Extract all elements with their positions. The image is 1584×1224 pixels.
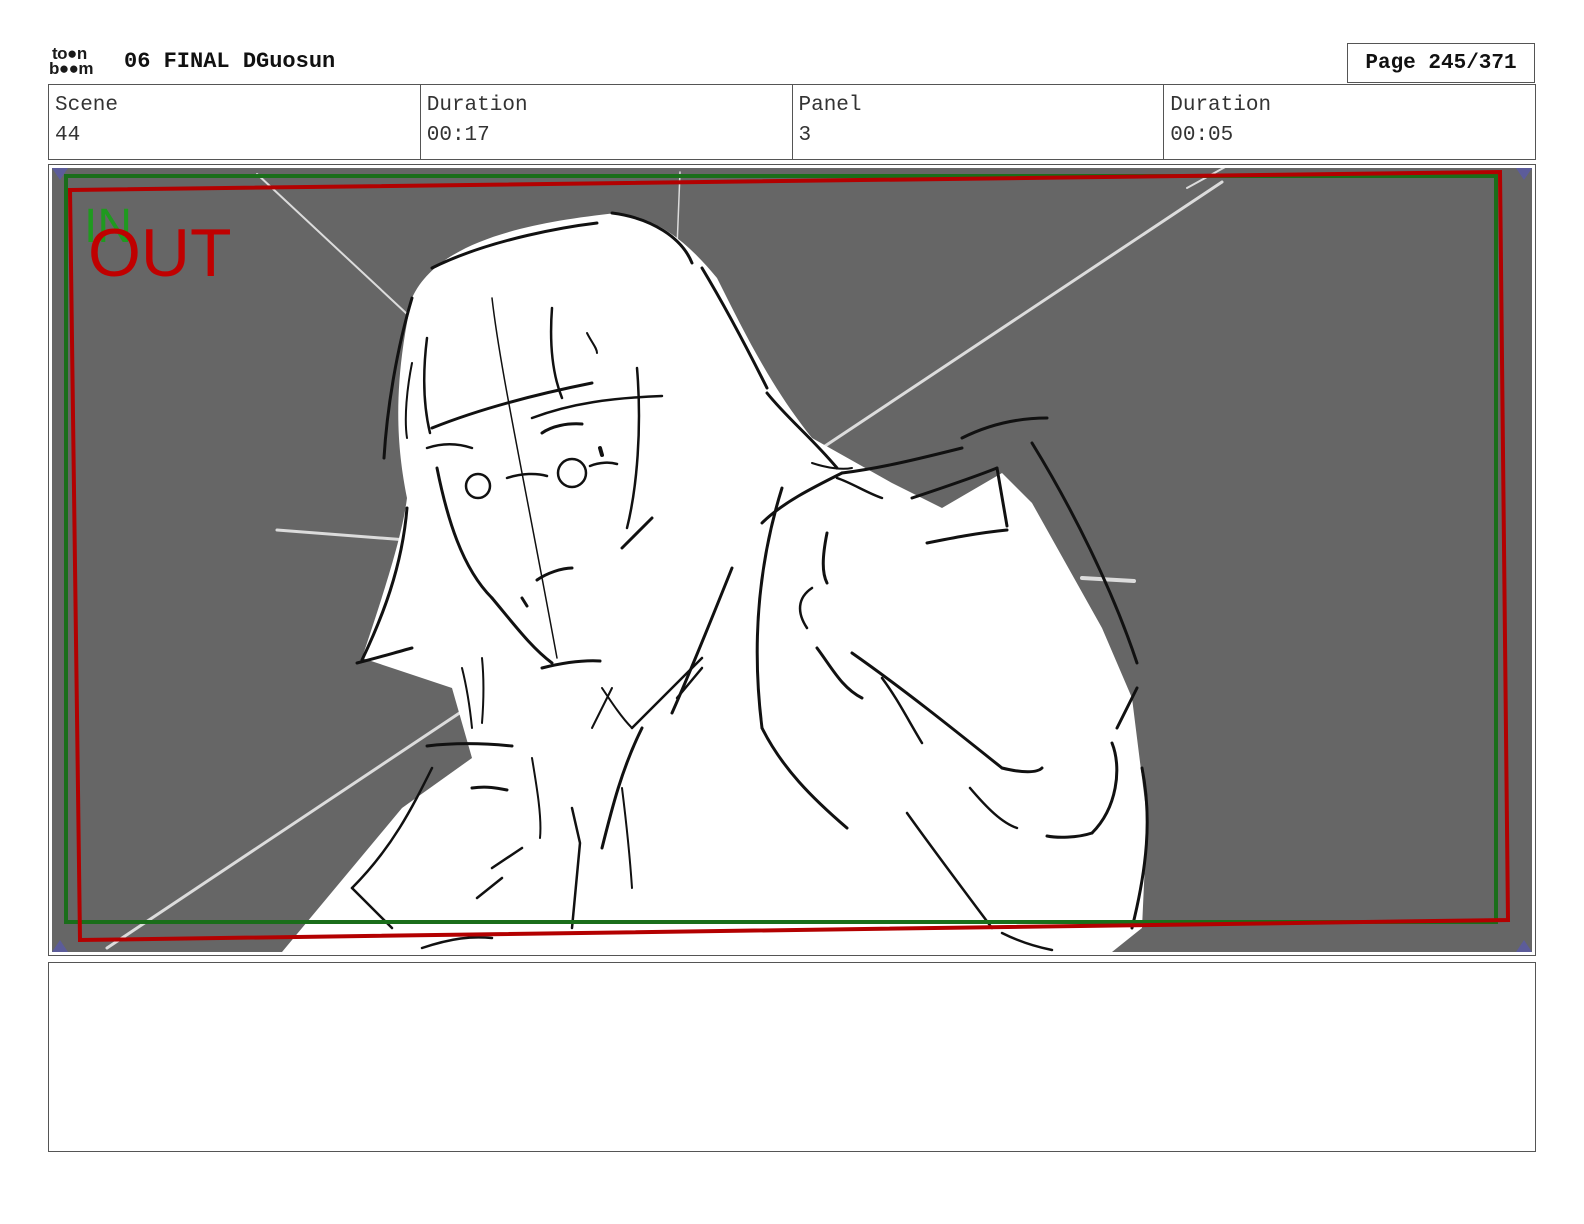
scene-duration-cell: Duration 00:17 <box>421 85 793 159</box>
scene-cell: Scene 44 <box>49 85 421 159</box>
toonboom-logo: to●n b●●m <box>48 45 106 80</box>
document-title: 06 FINAL DGuosun <box>124 49 336 74</box>
panel-value: 3 <box>798 124 812 147</box>
panel-duration-label: Duration <box>1170 94 1272 117</box>
panel-info-row: Scene 44 Duration 00:17 Panel 3 Duration… <box>48 84 1536 160</box>
storyboard-panel: IN OUT <box>48 164 1536 956</box>
out-label: OUT <box>88 215 232 291</box>
scene-duration-value: 00:17 <box>426 124 490 147</box>
scene-value: 44 <box>55 124 81 147</box>
panel-label: Panel <box>798 94 862 117</box>
panel-notes <box>48 962 1536 1152</box>
logo-text-bottom: b●●m <box>49 59 94 78</box>
page-number: Page 245/371 <box>1347 43 1535 83</box>
panel-duration-value: 00:05 <box>1170 124 1234 147</box>
scene-duration-label: Duration <box>426 94 528 117</box>
panel-cell: Panel 3 <box>793 85 1165 159</box>
scene-label: Scene <box>55 94 119 117</box>
panel-duration-cell: Duration 00:05 <box>1164 85 1535 159</box>
panel-sketch: IN OUT <box>52 168 1532 952</box>
